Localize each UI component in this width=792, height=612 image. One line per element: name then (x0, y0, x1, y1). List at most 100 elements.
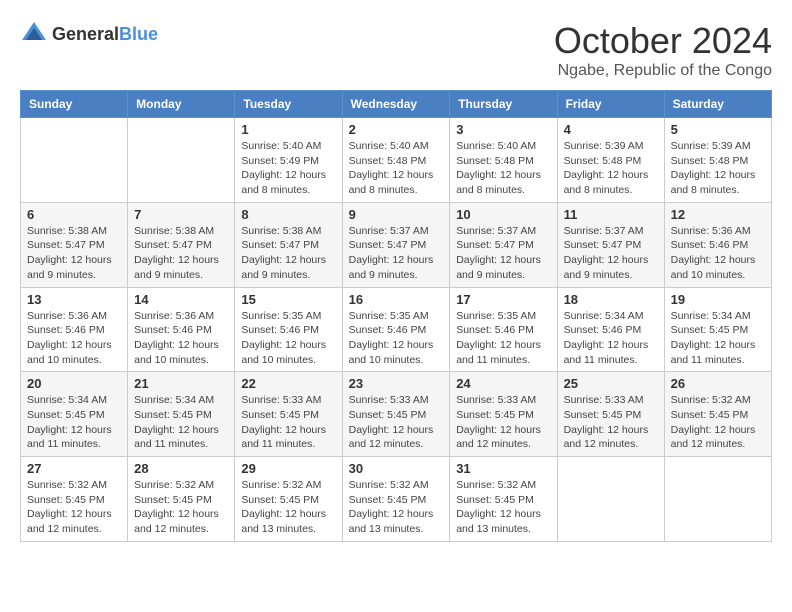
calendar-header-friday: Friday (557, 91, 664, 118)
day-number: 17 (456, 292, 550, 307)
day-info: Sunrise: 5:38 AM Sunset: 5:47 PM Dayligh… (241, 224, 335, 283)
calendar-cell: 16 Sunrise: 5:35 AM Sunset: 5:46 PM Dayli… (342, 287, 450, 372)
day-info: Sunrise: 5:33 AM Sunset: 5:45 PM Dayligh… (564, 393, 658, 452)
day-number: 6 (27, 207, 121, 222)
day-info: Sunrise: 5:34 AM Sunset: 5:46 PM Dayligh… (564, 309, 658, 368)
calendar-cell: 12 Sunrise: 5:36 AM Sunset: 5:46 PM Dayli… (664, 202, 771, 287)
calendar-cell: 14 Sunrise: 5:36 AM Sunset: 5:46 PM Dayli… (128, 287, 235, 372)
day-info: Sunrise: 5:38 AM Sunset: 5:47 PM Dayligh… (134, 224, 228, 283)
calendar-week-row: 1 Sunrise: 5:40 AM Sunset: 5:49 PM Daylig… (21, 118, 772, 203)
calendar-cell: 13Sunrise: 5:36 AM Sunset: 5:46 PM Dayli… (21, 287, 128, 372)
calendar-cell: 15 Sunrise: 5:35 AM Sunset: 5:46 PM Dayli… (235, 287, 342, 372)
calendar-cell: 18 Sunrise: 5:34 AM Sunset: 5:46 PM Dayli… (557, 287, 664, 372)
day-info: Sunrise: 5:40 AM Sunset: 5:48 PM Dayligh… (349, 139, 444, 198)
day-number: 14 (134, 292, 228, 307)
day-number: 26 (671, 376, 765, 391)
calendar-cell: 1 Sunrise: 5:40 AM Sunset: 5:49 PM Daylig… (235, 118, 342, 203)
day-info: Sunrise: 5:34 AM Sunset: 5:45 PM Dayligh… (671, 309, 765, 368)
calendar-cell: 7 Sunrise: 5:38 AM Sunset: 5:47 PM Daylig… (128, 202, 235, 287)
calendar-cell: 26 Sunrise: 5:32 AM Sunset: 5:45 PM Dayli… (664, 372, 771, 457)
day-info: Sunrise: 5:33 AM Sunset: 5:45 PM Dayligh… (349, 393, 444, 452)
day-info: Sunrise: 5:34 AM Sunset: 5:45 PM Dayligh… (134, 393, 228, 452)
day-number: 19 (671, 292, 765, 307)
day-info: Sunrise: 5:36 AM Sunset: 5:46 PM Dayligh… (671, 224, 765, 283)
calendar-cell: 21 Sunrise: 5:34 AM Sunset: 5:45 PM Dayli… (128, 372, 235, 457)
day-number: 1 (241, 122, 335, 137)
day-number: 8 (241, 207, 335, 222)
day-info: Sunrise: 5:38 AM Sunset: 5:47 PM Dayligh… (27, 224, 121, 283)
day-info: Sunrise: 5:32 AM Sunset: 5:45 PM Dayligh… (134, 478, 228, 537)
calendar-cell: 29 Sunrise: 5:32 AM Sunset: 5:45 PM Dayli… (235, 457, 342, 542)
calendar-cell: 28 Sunrise: 5:32 AM Sunset: 5:45 PM Dayli… (128, 457, 235, 542)
calendar-header-tuesday: Tuesday (235, 91, 342, 118)
day-number: 25 (564, 376, 658, 391)
day-number: 27 (27, 461, 121, 476)
calendar-cell: 9 Sunrise: 5:37 AM Sunset: 5:47 PM Daylig… (342, 202, 450, 287)
calendar-cell: 30 Sunrise: 5:32 AM Sunset: 5:45 PM Dayli… (342, 457, 450, 542)
calendar-week-row: 6 Sunrise: 5:38 AM Sunset: 5:47 PM Daylig… (21, 202, 772, 287)
day-number: 5 (671, 122, 765, 137)
day-number: 31 (456, 461, 550, 476)
day-number: 10 (456, 207, 550, 222)
calendar-cell: 10 Sunrise: 5:37 AM Sunset: 5:47 PM Dayli… (450, 202, 557, 287)
day-info: Sunrise: 5:34 AM Sunset: 5:45 PM Dayligh… (27, 393, 121, 452)
day-info: Sunrise: 5:32 AM Sunset: 5:45 PM Dayligh… (671, 393, 765, 452)
logo-general: General (52, 24, 119, 44)
calendar-cell: 17 Sunrise: 5:35 AM Sunset: 5:46 PM Dayli… (450, 287, 557, 372)
logo-text: GeneralBlue (52, 24, 158, 45)
calendar-cell: 19 Sunrise: 5:34 AM Sunset: 5:45 PM Dayli… (664, 287, 771, 372)
calendar-cell (664, 457, 771, 542)
day-info: Sunrise: 5:40 AM Sunset: 5:48 PM Dayligh… (456, 139, 550, 198)
day-number: 9 (349, 207, 444, 222)
day-number: 18 (564, 292, 658, 307)
day-number: 29 (241, 461, 335, 476)
calendar-cell: 5 Sunrise: 5:39 AM Sunset: 5:48 PM Daylig… (664, 118, 771, 203)
calendar-cell: 27 Sunrise: 5:32 AM Sunset: 5:45 PM Dayli… (21, 457, 128, 542)
day-number: 28 (134, 461, 228, 476)
calendar-cell: 2Sunrise: 5:40 AM Sunset: 5:48 PM Daylig… (342, 118, 450, 203)
month-title: October 2024 (554, 20, 772, 62)
day-info: Sunrise: 5:37 AM Sunset: 5:47 PM Dayligh… (564, 224, 658, 283)
day-info: Sunrise: 5:40 AM Sunset: 5:49 PM Dayligh… (241, 139, 335, 198)
day-number: 13 (27, 292, 121, 307)
day-info: Sunrise: 5:35 AM Sunset: 5:46 PM Dayligh… (241, 309, 335, 368)
calendar-header-wednesday: Wednesday (342, 91, 450, 118)
calendar-header-saturday: Saturday (664, 91, 771, 118)
calendar-header-sunday: Sunday (21, 91, 128, 118)
day-number: 16 (349, 292, 444, 307)
calendar-cell: 23Sunrise: 5:33 AM Sunset: 5:45 PM Dayli… (342, 372, 450, 457)
day-number: 4 (564, 122, 658, 137)
calendar-header-monday: Monday (128, 91, 235, 118)
calendar-week-row: 20 Sunrise: 5:34 AM Sunset: 5:45 PM Dayli… (21, 372, 772, 457)
day-info: Sunrise: 5:39 AM Sunset: 5:48 PM Dayligh… (564, 139, 658, 198)
day-info: Sunrise: 5:32 AM Sunset: 5:45 PM Dayligh… (349, 478, 444, 537)
day-info: Sunrise: 5:36 AM Sunset: 5:46 PM Dayligh… (134, 309, 228, 368)
calendar-cell (557, 457, 664, 542)
day-info: Sunrise: 5:37 AM Sunset: 5:47 PM Dayligh… (349, 224, 444, 283)
calendar-table: SundayMondayTuesdayWednesdayThursdayFrid… (20, 90, 772, 542)
calendar-week-row: 27 Sunrise: 5:32 AM Sunset: 5:45 PM Dayli… (21, 457, 772, 542)
day-info: Sunrise: 5:37 AM Sunset: 5:47 PM Dayligh… (456, 224, 550, 283)
calendar-cell (128, 118, 235, 203)
day-info: Sunrise: 5:32 AM Sunset: 5:45 PM Dayligh… (241, 478, 335, 537)
day-number: 3 (456, 122, 550, 137)
calendar-header-thursday: Thursday (450, 91, 557, 118)
location-title: Ngabe, Republic of the Congo (554, 62, 772, 80)
logo-blue: Blue (119, 24, 158, 44)
day-info: Sunrise: 5:33 AM Sunset: 5:45 PM Dayligh… (241, 393, 335, 452)
calendar-week-row: 13 Sunrise: 5:36 AM Sunset: 5:46 PM Dayli… (21, 287, 772, 372)
calendar-cell: 3 Sunrise: 5:40 AM Sunset: 5:48 PM Daylig… (450, 118, 557, 203)
day-number: 20 (27, 376, 121, 391)
day-number: 21 (134, 376, 228, 391)
day-info: Sunrise: 5:32 AM Sunset: 5:45 PM Dayligh… (27, 478, 121, 537)
day-number: 7 (134, 207, 228, 222)
day-number: 30 (349, 461, 444, 476)
day-info: Sunrise: 5:32 AM Sunset: 5:45 PM Dayligh… (456, 478, 550, 537)
day-info: Sunrise: 5:35 AM Sunset: 5:46 PM Dayligh… (349, 309, 444, 368)
day-number: 15 (241, 292, 335, 307)
page-header: GeneralBlue October 2024 Ngabe, Republic… (20, 20, 772, 80)
calendar-header-row: SundayMondayTuesdayWednesdayThursdayFrid… (21, 91, 772, 118)
day-info: Sunrise: 5:39 AM Sunset: 5:48 PM Dayligh… (671, 139, 765, 198)
day-number: 12 (671, 207, 765, 222)
day-info: Sunrise: 5:35 AM Sunset: 5:46 PM Dayligh… (456, 309, 550, 368)
